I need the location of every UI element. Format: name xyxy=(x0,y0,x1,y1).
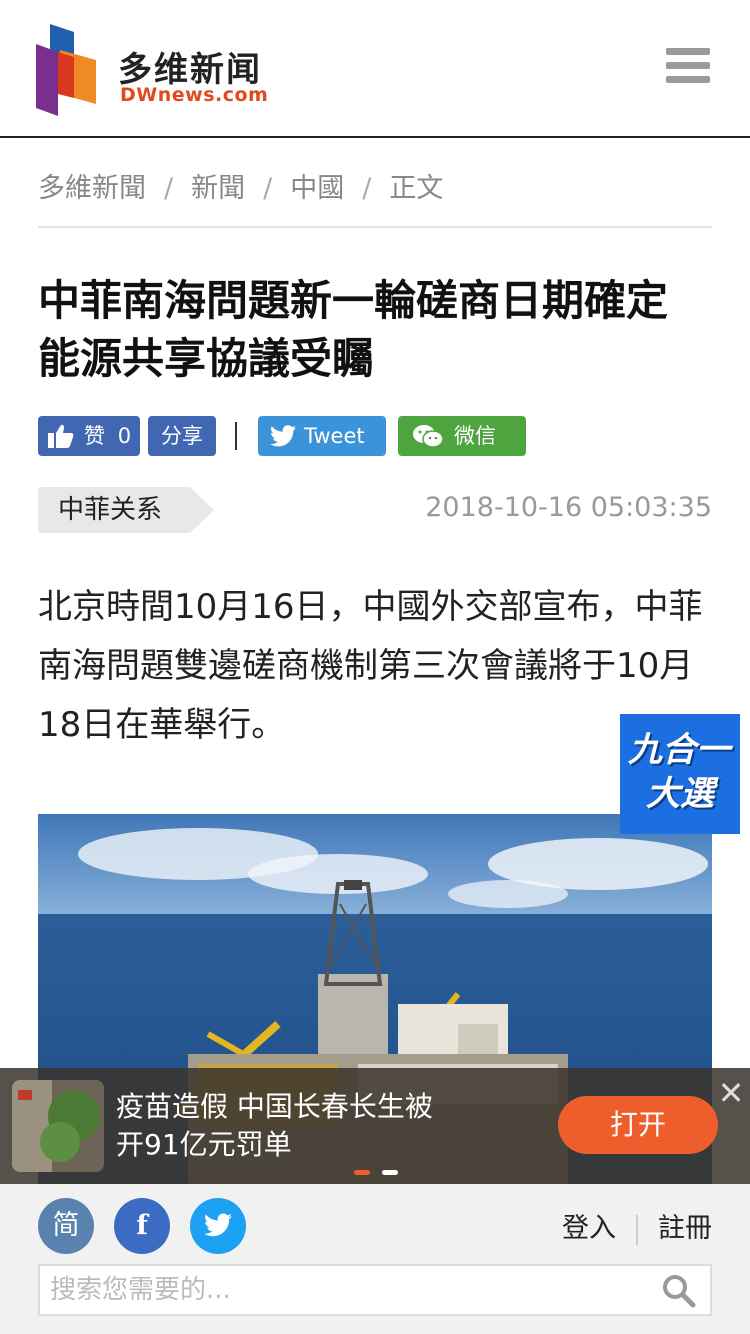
topic-tag[interactable]: 中菲关系 xyxy=(38,487,214,533)
election-badge-line1: 九合一 xyxy=(628,730,730,770)
breadcrumb-news[interactable]: 新聞 xyxy=(191,173,245,204)
like-button[interactable]: 赞 0 xyxy=(38,416,140,456)
breadcrumb: 多維新聞 / 新聞 / 中國 / 正文 xyxy=(38,166,712,228)
facebook-share-button[interactable]: 分享 xyxy=(148,416,216,456)
carousel-indicator xyxy=(354,1170,414,1176)
wechat-label: 微信 xyxy=(454,424,496,448)
site-header: 多维新闻 DWnews.com xyxy=(0,0,750,138)
wechat-icon xyxy=(413,425,444,448)
like-count: 0 xyxy=(117,424,132,448)
tweet-label: Tweet xyxy=(304,424,365,448)
carousel-dot[interactable] xyxy=(382,1170,398,1175)
article-lede: 北京時間10月16日，中國外交部宣布，中菲南海問題雙邊磋商機制第三次會議將于10… xyxy=(38,587,703,745)
breadcrumb-separator: / xyxy=(164,173,174,204)
search-input[interactable] xyxy=(50,1266,650,1314)
election-badge[interactable]: 九合一 大選 xyxy=(620,714,740,834)
close-icon[interactable]: ✕ xyxy=(712,1068,750,1118)
promo-thumbnail xyxy=(12,1080,104,1172)
twitter-bird-icon xyxy=(270,425,296,447)
breadcrumb-separator: / xyxy=(263,173,273,204)
search-box xyxy=(38,1264,712,1316)
election-badge-text: 九合一 大選 xyxy=(628,728,730,816)
tweet-button[interactable]: Tweet xyxy=(258,416,386,456)
breadcrumb-home[interactable]: 多維新聞 xyxy=(38,173,146,204)
promo-headline[interactable]: 疫苗造假 中国长春长生被开91亿元罚单 xyxy=(116,1088,446,1164)
twitter-bird-icon xyxy=(204,1213,232,1237)
logo-mark-icon xyxy=(36,24,96,116)
register-link[interactable]: 註冊 xyxy=(658,1213,712,1244)
share-bar: 赞 0 分享 Tweet 微信 xyxy=(38,416,738,456)
auth-divider xyxy=(636,1214,638,1245)
thumbs-up-icon xyxy=(48,424,74,448)
topic-tag-label: 中菲关系 xyxy=(58,495,163,525)
hamburger-menu-icon[interactable] xyxy=(666,48,710,88)
publish-date: 2018-10-16 05:03:35 xyxy=(425,492,712,523)
breadcrumb-separator: / xyxy=(362,173,372,204)
simplified-chinese-button[interactable]: 简 xyxy=(38,1198,94,1254)
breadcrumb-china[interactable]: 中國 xyxy=(290,173,344,204)
breadcrumb-current: 正文 xyxy=(389,173,444,204)
logo-text-en: DWnews.com xyxy=(120,84,269,106)
bottom-toolbar: 简 f 登入 註冊 xyxy=(0,1184,750,1334)
twitter-icon[interactable] xyxy=(190,1198,246,1254)
carousel-dot-active[interactable] xyxy=(354,1170,370,1175)
login-link[interactable]: 登入 xyxy=(562,1213,616,1244)
auth-links: 登入 註冊 xyxy=(562,1206,712,1245)
app-promo-banner: 疫苗造假 中国长春长生被开91亿元罚单 打开 ✕ xyxy=(0,1068,750,1184)
share-divider xyxy=(235,422,237,450)
site-logo[interactable]: 多维新闻 DWnews.com xyxy=(36,24,296,118)
wechat-share-button[interactable]: 微信 xyxy=(398,416,526,456)
like-label: 赞 xyxy=(84,424,105,448)
article-title: 中菲南海問題新一輪磋商日期確定 能源共享協議受矚 xyxy=(38,276,669,383)
search-icon[interactable] xyxy=(662,1274,696,1308)
facebook-icon[interactable]: f xyxy=(114,1198,170,1254)
election-badge-line2: 大選 xyxy=(646,774,714,814)
open-app-button[interactable]: 打开 xyxy=(558,1096,718,1154)
